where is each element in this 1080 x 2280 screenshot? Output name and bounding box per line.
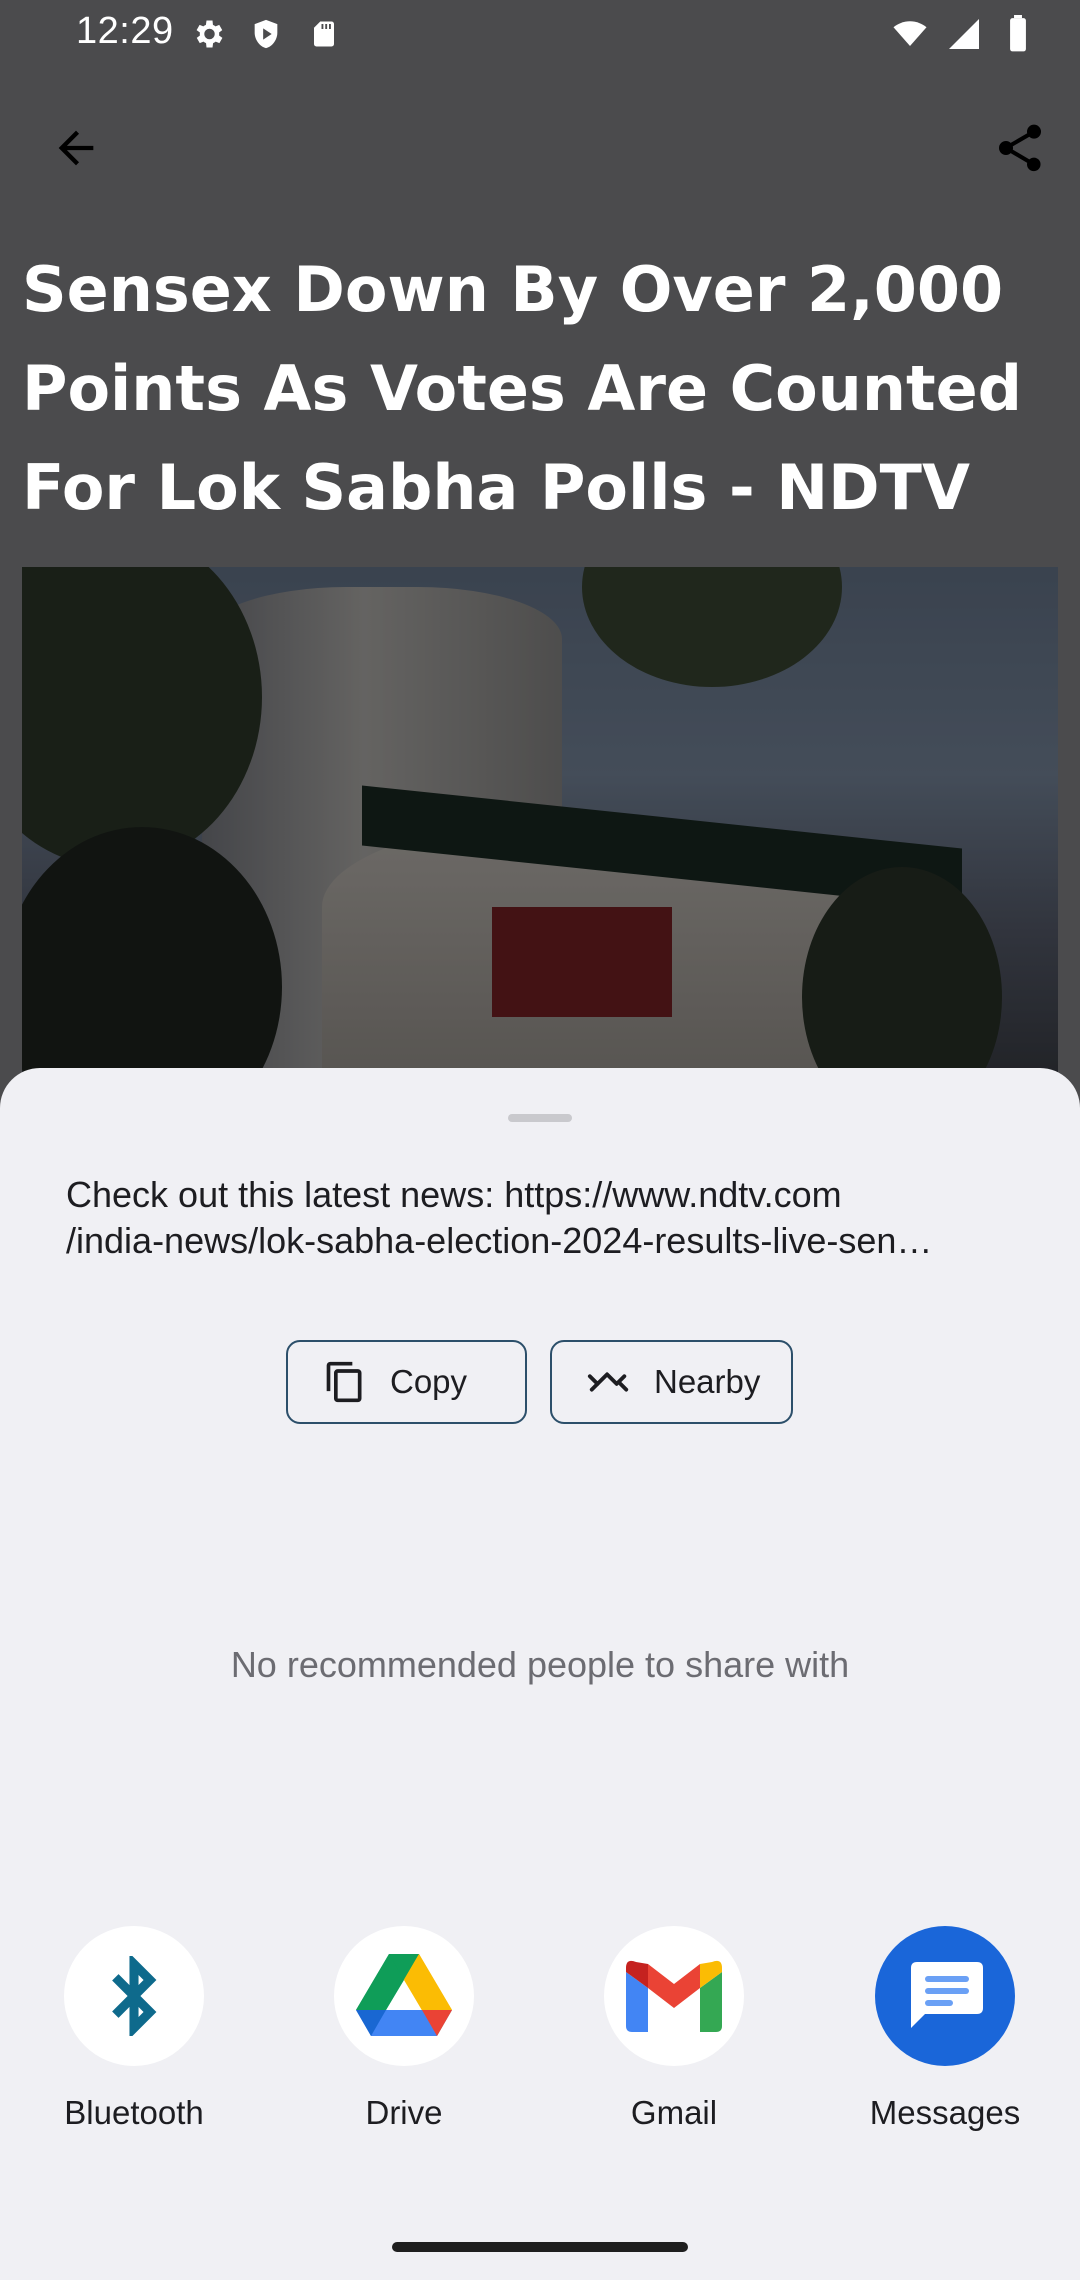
copy-icon — [322, 1359, 368, 1405]
nearby-share-button[interactable]: Nearby — [550, 1340, 793, 1424]
sheet-drag-handle[interactable] — [508, 1114, 572, 1122]
nearby-share-icon — [586, 1359, 632, 1405]
status-bar: 12:29 — [0, 0, 1080, 70]
nearby-label: Nearby — [654, 1363, 761, 1400]
share-target-bluetooth[interactable]: Bluetooth — [34, 1926, 234, 2132]
messages-icon — [875, 1926, 1015, 2066]
article-title: Sensex Down By Over 2,000 Points As Vote… — [22, 253, 1023, 524]
share-target-drive[interactable]: Drive — [304, 1926, 504, 2132]
drive-icon — [334, 1926, 474, 2066]
share-sheet: Check out this latest news: https://www.… — [0, 1068, 1080, 2280]
gmail-icon — [604, 1926, 744, 2066]
share-target-messages[interactable]: Messages — [845, 1926, 1045, 2132]
status-time: 12:29 — [76, 10, 174, 52]
share-target-label: Drive — [365, 2094, 443, 2131]
article-hero-image — [22, 567, 1058, 1087]
share-target-label: Messages — [869, 2094, 1021, 2131]
no-recommended-people-text: No recommended people to share with — [230, 1644, 850, 1685]
battery-icon — [998, 14, 1038, 54]
back-button[interactable] — [36, 110, 116, 190]
share-targets-row: Bluetooth Drive Gmail Messages — [0, 1926, 1080, 2146]
share-target-gmail[interactable]: Gmail — [574, 1926, 774, 2132]
share-text-line-1: Check out this latest news: https://www.… — [66, 1174, 842, 1215]
copy-label: Copy — [390, 1363, 468, 1400]
shield-icon — [246, 14, 286, 54]
sd-card-icon — [304, 14, 344, 54]
copy-button[interactable]: Copy — [286, 1340, 527, 1424]
share-icon — [992, 120, 1048, 181]
wifi-icon — [890, 14, 930, 54]
bluetooth-icon — [64, 1926, 204, 2066]
share-target-label: Gmail — [630, 2094, 718, 2131]
gesture-nav-handle[interactable] — [392, 2242, 688, 2252]
arrow-back-icon — [50, 122, 102, 179]
share-button[interactable] — [980, 110, 1060, 190]
settings-gear-icon — [188, 14, 228, 54]
signal-icon — [944, 14, 984, 54]
share-target-label: Bluetooth — [64, 2094, 204, 2131]
share-preview-text: Check out this latest news: https://www.… — [66, 1172, 1016, 1264]
app-toolbar — [0, 90, 1080, 200]
share-text-line-2: /india-news/lok-sabha-election-2024-resu… — [66, 1220, 933, 1261]
